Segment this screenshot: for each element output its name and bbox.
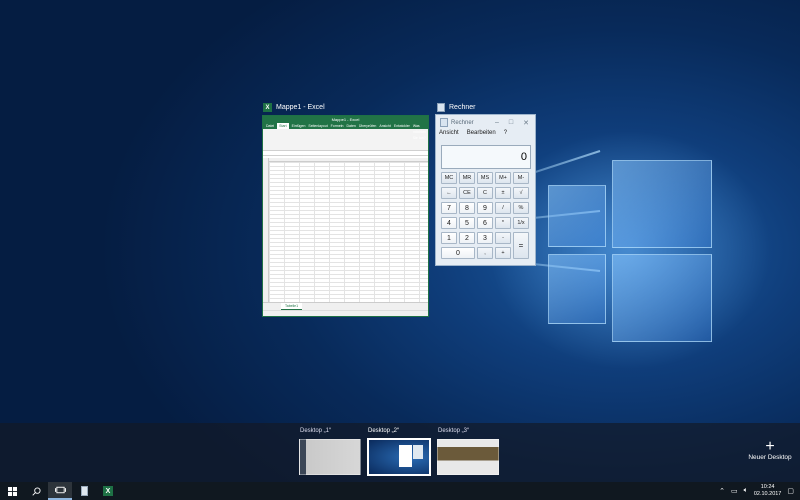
windows-logo-pane xyxy=(548,185,606,247)
ribbon-tab[interactable]: Start xyxy=(277,123,289,129)
desktop-2-label: Desktop „2“ xyxy=(368,428,400,434)
calculator-display: 0 xyxy=(441,145,531,169)
memory-clear-button[interactable]: MC xyxy=(441,172,457,184)
minimize-icon[interactable]: – xyxy=(495,119,499,127)
menu-item-bearbeiten[interactable]: Bearbeiten xyxy=(467,130,496,139)
desktop-1-label: Desktop „1“ xyxy=(300,428,332,434)
clock[interactable]: 10:24 02.10.2017 xyxy=(754,484,782,498)
clock-date: 02.10.2017 xyxy=(753,491,782,497)
excel-doc-title: Mappe1 - Excel xyxy=(263,116,428,123)
reciprocal-button[interactable]: 1/x xyxy=(513,217,529,229)
clear-entry-button[interactable]: CE xyxy=(459,187,475,199)
calculator-menu: Ansicht Bearbeiten ? xyxy=(436,130,535,139)
search-icon[interactable] xyxy=(24,482,48,500)
desktop-3-label: Desktop „3“ xyxy=(438,428,470,434)
decimal-button[interactable]: , xyxy=(477,247,493,259)
add-button[interactable]: + xyxy=(495,247,511,259)
clock-time: 10:24 xyxy=(760,484,775,490)
sqrt-button[interactable]: √ xyxy=(513,187,529,199)
new-desktop-label: Neuer Desktop xyxy=(748,454,792,461)
digit-9-button[interactable]: 9 xyxy=(477,202,493,214)
desktop-2-thumbnail[interactable] xyxy=(367,438,431,476)
windows-start-icon[interactable] xyxy=(0,482,24,500)
excel-window[interactable]: Mappe1 - Excel Datei Start Einfügen Seit… xyxy=(262,115,429,317)
digit-5-button[interactable]: 5 xyxy=(459,217,475,229)
excel-icon: X xyxy=(263,103,272,112)
subtract-button[interactable]: - xyxy=(495,232,511,244)
column-headers xyxy=(263,158,428,162)
ribbon-tab[interactable]: Datei xyxy=(266,123,274,129)
ribbon-tab[interactable]: Formeln xyxy=(331,123,344,129)
network-icon[interactable]: ▭ xyxy=(731,487,738,495)
system-tray: ⌃ ▭ 🔈︎ 10:24 02.10.2017 ▢ xyxy=(719,484,800,498)
memory-store-button[interactable]: MS xyxy=(477,172,493,184)
ribbon-tab[interactable]: Entwickler xyxy=(394,123,410,129)
calculator-glyph xyxy=(80,486,88,496)
digit-2-button[interactable]: 2 xyxy=(459,232,475,244)
calculator-window[interactable]: Rechner – □ ✕ Ansicht Bearbeiten ? 0 MC … xyxy=(435,114,536,266)
memory-subtract-button[interactable]: M- xyxy=(513,172,529,184)
digit-4-button[interactable]: 4 xyxy=(441,217,457,229)
negate-button[interactable]: ± xyxy=(495,187,511,199)
notification-icon[interactable]: ▢ xyxy=(787,487,794,495)
multiply-button[interactable]: * xyxy=(495,217,511,229)
ribbon-tab[interactable]: Ansicht xyxy=(379,123,390,129)
calculator-icon[interactable] xyxy=(72,482,96,500)
windows-logo-pane xyxy=(612,160,712,248)
chevron-up-icon[interactable]: ⌃ xyxy=(719,487,725,495)
windows-logo-pane xyxy=(612,254,712,342)
calculator-window-mini xyxy=(413,445,423,459)
new-desktop-button[interactable]: + Neuer Desktop xyxy=(742,438,798,462)
virtual-desktops-bar: Desktop „1“ Desktop „2“ Desktop „3“ xyxy=(0,423,800,483)
maximize-icon[interactable]: □ xyxy=(509,119,513,127)
calculator-icon xyxy=(440,118,448,127)
menu-item-help[interactable]: ? xyxy=(504,130,507,139)
desktop-3-thumbnail[interactable] xyxy=(437,439,499,475)
window-controls: – □ ✕ xyxy=(495,119,535,127)
task-view-icon[interactable] xyxy=(48,482,72,500)
calculator-inner-title: Rechner xyxy=(451,119,474,126)
digit-7-button[interactable]: 7 xyxy=(441,202,457,214)
close-icon[interactable]: ✕ xyxy=(523,119,529,127)
excel-icon[interactable]: X xyxy=(96,482,120,500)
excel-ribbon[interactable] xyxy=(263,129,428,151)
ribbon-tab[interactable]: Daten xyxy=(347,123,356,129)
windows-logo-pane xyxy=(548,254,606,324)
memory-recall-button[interactable]: MR xyxy=(459,172,475,184)
excel-status-bar xyxy=(263,310,428,316)
row-headers xyxy=(263,158,269,302)
equals-button[interactable]: = xyxy=(513,232,529,259)
backspace-button[interactable]: ← xyxy=(441,187,457,199)
spreadsheet-grid[interactable] xyxy=(263,158,428,302)
digit-6-button[interactable]: 6 xyxy=(477,217,493,229)
formula-bar[interactable] xyxy=(263,151,428,156)
plus-icon: + xyxy=(765,438,775,455)
taskbar: X ⌃ ▭ 🔈︎ 10:24 02.10.2017 ▢ xyxy=(0,482,800,500)
digit-1-button[interactable]: 1 xyxy=(441,232,457,244)
menu-item-ansicht[interactable]: Ansicht xyxy=(439,130,459,139)
clear-button[interactable]: C xyxy=(477,187,493,199)
memory-add-button[interactable]: M+ xyxy=(495,172,511,184)
volume-icon[interactable]: 🔈︎ xyxy=(744,487,748,495)
ribbon-tab[interactable]: Einfügen xyxy=(292,123,306,129)
digit-8-button[interactable]: 8 xyxy=(459,202,475,214)
divide-button[interactable]: / xyxy=(495,202,511,214)
calculator-titlebar: Rechner – □ ✕ xyxy=(436,115,535,130)
sheet-tab[interactable]: Tabelle1 xyxy=(281,303,303,310)
digit-0-button[interactable]: 0 xyxy=(441,247,475,259)
desktop-1-thumbnail[interactable] xyxy=(299,439,361,475)
calculator-title-label: Rechner xyxy=(449,104,476,111)
ribbon-tab[interactable]: Überprüfen xyxy=(359,123,377,129)
excel-glyph: X xyxy=(103,486,113,496)
ribbon-tab[interactable]: Seitenlayout xyxy=(308,123,327,129)
calculator-window-title[interactable]: Rechner xyxy=(437,103,475,112)
excel-window-title[interactable]: X Mappe1 - Excel xyxy=(263,103,325,112)
excel-window-mini xyxy=(399,445,412,467)
sheet-tab-bar: Tabelle1 xyxy=(263,302,428,310)
excel-title-label: Mappe1 - Excel xyxy=(276,104,325,111)
calculator-icon xyxy=(437,103,445,112)
digit-3-button[interactable]: 3 xyxy=(477,232,493,244)
percent-button[interactable]: % xyxy=(513,202,529,214)
ribbon-tab[interactable]: Was möchten Sie tun? xyxy=(413,123,428,140)
